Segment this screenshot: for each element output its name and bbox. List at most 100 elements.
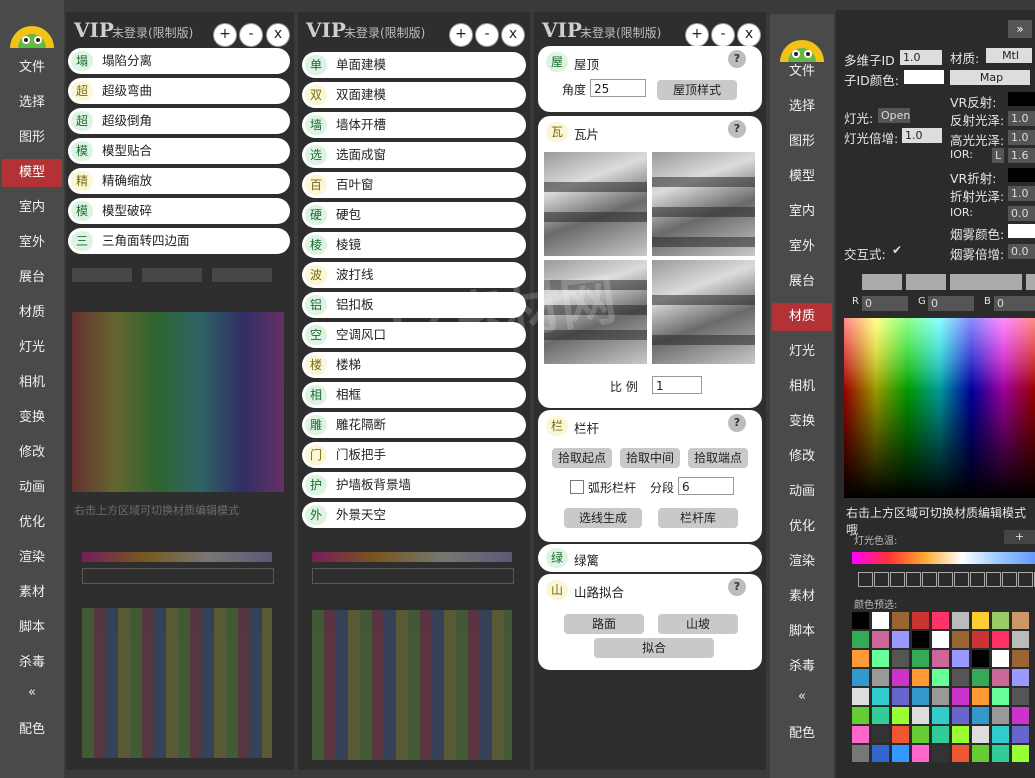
tool-item[interactable]: 双双面建模 [302, 82, 526, 108]
nav-item[interactable]: 室内 [772, 198, 832, 226]
panel-header[interactable]: VIP 未登录(限制版) + - x [298, 12, 530, 48]
mtl-button[interactable]: Mtl [986, 48, 1032, 63]
map-button[interactable]: Map [950, 70, 1030, 85]
color-preset-swatch[interactable] [852, 707, 869, 724]
ior2-input[interactable]: 0.0 [1008, 206, 1035, 221]
scale-input[interactable]: 1 [652, 376, 702, 394]
nav-item[interactable]: 脚本 [772, 618, 832, 646]
color-preset-swatch[interactable] [992, 669, 1009, 686]
color-preset-swatch[interactable] [872, 650, 889, 667]
color-preset-swatch[interactable] [932, 612, 949, 629]
color-preset-swatch[interactable] [952, 631, 969, 648]
nav-item[interactable]: 文件 [2, 54, 62, 82]
tool-item[interactable]: 楼楼梯 [302, 352, 526, 378]
vr-refract-swatch[interactable] [1008, 168, 1035, 182]
color-temp-slot[interactable] [970, 572, 985, 587]
nav-item[interactable]: 杀毒 [772, 653, 832, 681]
color-temp-slot[interactable] [954, 572, 969, 587]
color-preset-swatch[interactable] [1012, 707, 1029, 724]
color-preset-swatch[interactable] [992, 726, 1009, 743]
mode-button-3[interactable] [950, 274, 1022, 290]
color-preset-swatch[interactable] [872, 669, 889, 686]
color-preset-swatch[interactable] [1012, 612, 1029, 629]
color-preset-swatch[interactable] [972, 745, 989, 762]
multi-id-input[interactable]: 1.0 [900, 50, 942, 65]
color-preset-swatch[interactable] [872, 631, 889, 648]
color-preset-swatch[interactable] [992, 745, 1009, 762]
color-preset-swatch[interactable] [1012, 650, 1029, 667]
segments-input[interactable]: 6 [678, 477, 734, 495]
color-preset-swatch[interactable] [912, 726, 929, 743]
color-preset-swatch[interactable] [992, 631, 1009, 648]
light-multiplier-input[interactable]: 1.0 [902, 128, 942, 143]
slope-button[interactable]: 山坡 [658, 614, 738, 634]
color-preset-swatch[interactable] [972, 669, 989, 686]
color-temp-slot[interactable] [1018, 572, 1033, 587]
color-preset-swatch[interactable] [912, 669, 929, 686]
pick-middle-button[interactable]: 拾取中间 [620, 448, 680, 468]
color-preset-swatch[interactable] [972, 707, 989, 724]
tool-item[interactable]: 模模型贴合 [68, 138, 290, 164]
color-picker[interactable] [844, 318, 1035, 498]
color-temp-slot[interactable] [938, 572, 953, 587]
panel-header[interactable]: VIP 未登录(限制版) + - x [534, 12, 766, 48]
color-preset-swatch[interactable] [952, 669, 969, 686]
color-preset-swatch[interactable] [892, 631, 909, 648]
color-preset-swatch[interactable] [892, 669, 909, 686]
color-preset-swatch[interactable] [952, 650, 969, 667]
color-preset-swatch[interactable] [972, 726, 989, 743]
nav-item[interactable]: 杀毒 [2, 649, 62, 677]
color-preset-swatch[interactable] [952, 726, 969, 743]
color-preset-swatch[interactable] [952, 688, 969, 705]
color-temp-slot[interactable] [986, 572, 1001, 587]
hedge-card[interactable]: 绿 绿篱 [538, 544, 762, 572]
color-preset-swatch[interactable] [912, 688, 929, 705]
tool-item[interactable]: 三三角面转四边面 [68, 228, 290, 254]
color-preset-swatch[interactable] [912, 612, 929, 629]
tool-item[interactable]: 精精确缩放 [68, 168, 290, 194]
pick-end-button[interactable]: 拾取端点 [688, 448, 748, 468]
roof-help-button[interactable]: ? [728, 50, 746, 68]
tool-item[interactable]: 波波打线 [302, 262, 526, 288]
tile-preview-3[interactable] [544, 260, 647, 364]
tool-item[interactable]: 空空调风口 [302, 322, 526, 348]
color-preset-swatch[interactable] [1012, 688, 1029, 705]
nav-item[interactable]: 室外 [2, 229, 62, 257]
nav-item[interactable]: 室内 [2, 194, 62, 222]
color-preset-swatch[interactable] [932, 726, 949, 743]
tool-item[interactable]: 选选面成窗 [302, 142, 526, 168]
color-preset-swatch[interactable] [912, 650, 929, 667]
nav-item[interactable]: 渲染 [772, 548, 832, 576]
nav-item[interactable]: 展台 [772, 268, 832, 296]
minimize-button[interactable]: - [712, 24, 734, 46]
b-input[interactable]: 0 [994, 296, 1035, 311]
color-preset-swatch[interactable] [932, 631, 949, 648]
color-preset-swatch[interactable] [852, 669, 869, 686]
roof-style-button[interactable]: 屋顶样式 [657, 80, 737, 100]
sub-id-color-swatch[interactable] [904, 70, 944, 84]
minimize-button[interactable]: - [476, 24, 498, 46]
light-open-button[interactable]: Open [878, 108, 910, 123]
color-preset-swatch[interactable] [952, 707, 969, 724]
color-temp-slot[interactable] [858, 572, 873, 587]
nav-item[interactable]: 文件 [772, 58, 832, 86]
nav-item[interactable]: 展台 [2, 264, 62, 292]
color-preset-swatch[interactable] [952, 745, 969, 762]
color-preset-swatch[interactable] [972, 631, 989, 648]
tool-item[interactable]: 外外景天空 [302, 502, 526, 528]
vr-reflect-swatch[interactable] [1008, 92, 1035, 106]
color-preset-swatch[interactable] [932, 688, 949, 705]
color-preset-swatch[interactable] [992, 707, 1009, 724]
color-preset-swatch[interactable] [892, 726, 909, 743]
nav-item[interactable]: 选择 [772, 93, 832, 121]
color-preset-swatch[interactable] [872, 707, 889, 724]
color-preset-swatch[interactable] [852, 650, 869, 667]
tool-item[interactable]: 雕雕花隔断 [302, 412, 526, 438]
add-button[interactable]: + [686, 24, 708, 46]
color-preset-swatch[interactable] [872, 726, 889, 743]
railing-help-button[interactable]: ? [728, 414, 746, 432]
ior-input[interactable]: 1.6 [1008, 148, 1035, 163]
color-preset-swatch[interactable] [1012, 745, 1029, 762]
mode-button-1[interactable] [862, 274, 902, 290]
tool-item[interactable]: 硬硬包 [302, 202, 526, 228]
